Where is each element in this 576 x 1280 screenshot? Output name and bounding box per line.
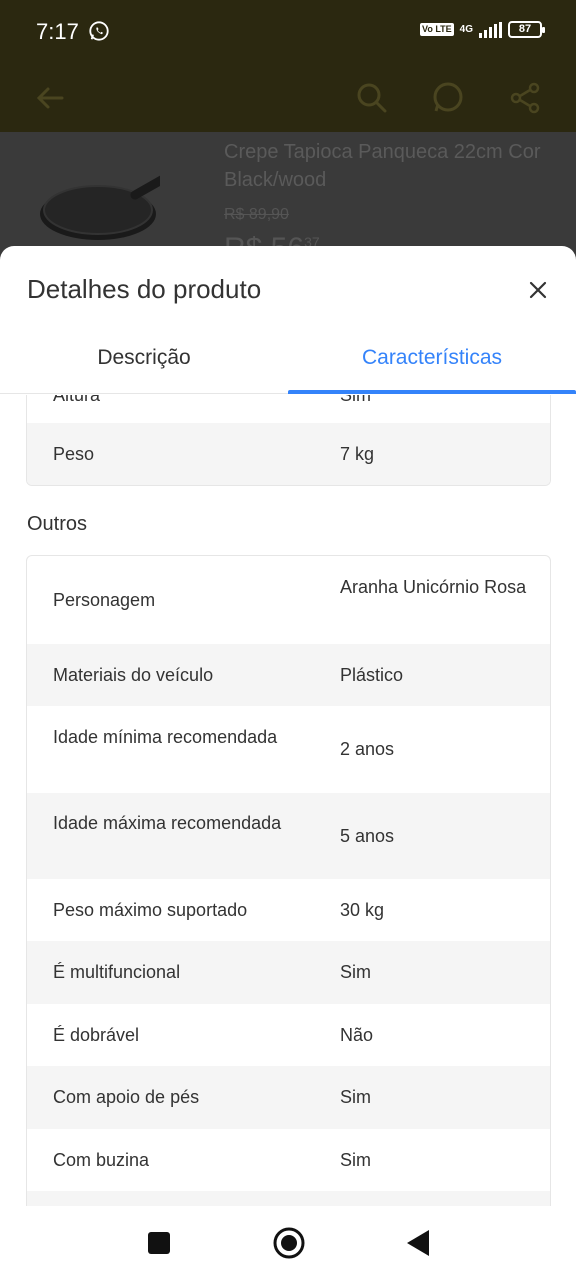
network-type: 4G [459,24,473,35]
app-bar [0,64,576,132]
tab-caracteristicas[interactable]: Características [288,330,576,394]
section-title: Outros [27,513,88,535]
system-nav-bar [0,1206,576,1280]
row-value: Sim [340,1087,371,1107]
arrow-left-icon[interactable] [30,78,70,118]
status-icons: Vo LTE 4G 87 [419,21,545,38]
row-value: 30 kg [340,900,385,920]
table-row [27,1191,550,1206]
table-row: Personagem Aranha Unicórnio Rosa [27,556,550,644]
status-time: 7:17 [36,19,79,44]
row-label: Idade máxima recomendada [53,813,282,833]
tab-descricao[interactable]: Descrição [0,330,288,394]
table-row: Com apoio de pés Sim [27,1066,550,1129]
row-label: Idade mínima recomendada [53,727,278,747]
table-row: É dobrável Não [27,1004,550,1066]
product-backdrop: Crepe Tapioca Panqueca 22cm Cor Black/wo… [0,132,576,265]
home-button[interactable] [272,1226,306,1260]
row-label: Peso máximo suportado [53,900,248,920]
row-label: Personagem [53,590,156,610]
back-button[interactable] [405,1228,431,1258]
product-old-price: R$ 89,90 [224,206,289,223]
close-icon[interactable] [524,276,552,304]
table-row: Idade mínima recomendada 2 anos [27,706,550,793]
row-label: Peso [53,444,95,464]
table-row: Com buzina Sim [27,1129,550,1191]
row-value: Sim [340,962,371,982]
active-tab-indicator [288,390,576,394]
row-value: 7 kg [340,444,375,464]
row-label: É dobrável [53,1025,140,1045]
status-bar: 7:17 Vo LTE 4G 87 [0,0,576,64]
tab-bar: Descrição Características [0,330,576,394]
table-row: É multifuncional Sim [27,941,550,1004]
row-label: Com apoio de pés [53,1087,200,1107]
row-label: É multifuncional [53,962,181,982]
table-row: Peso máximo suportado 30 kg [27,879,550,941]
battery-icon: 87 [508,21,545,38]
characteristics-list[interactable]: Altura Sim Peso 7 kg Outros Personagem A… [0,395,576,1206]
row-value: Não [340,1025,374,1045]
table-row: Materiais do veículo Plástico [27,644,550,706]
search-icon[interactable] [352,78,392,118]
product-image [40,175,160,240]
sheet-title: Detalhes do produto [27,274,262,304]
row-value: Aranha Unicórnio Rosa [340,577,527,597]
table-row: Peso 7 kg [27,423,550,485]
row-value: Plástico [340,665,404,685]
table-row: Altura Sim [27,395,550,423]
row-label: Materiais do veículo [53,665,214,685]
whatsapp-icon[interactable] [428,78,468,118]
product-title: Crepe Tapioca Panqueca 22cm Cor Black/wo… [224,141,541,191]
others-table: Personagem Aranha Unicórnio Rosa Materia… [26,555,551,1206]
measurements-table: Altura Sim Peso 7 kg [26,395,551,486]
row-label: Com buzina [53,1150,150,1170]
signal-icon [479,21,502,38]
row-label: Altura [53,395,101,405]
product-details-sheet: Detalhes do produto Descrição Caracterís… [0,246,576,1206]
recent-apps-button[interactable] [148,1232,170,1254]
volte-badge: Vo LTE [419,23,454,36]
share-icon[interactable] [506,78,546,118]
whatsapp-notification-icon [89,21,109,41]
row-value: 2 anos [340,739,395,759]
row-value: 5 anos [340,826,395,846]
table-row: Idade máxima recomendada 5 anos [27,793,550,879]
row-value: Sim [340,395,371,405]
row-value: Sim [340,1150,371,1170]
